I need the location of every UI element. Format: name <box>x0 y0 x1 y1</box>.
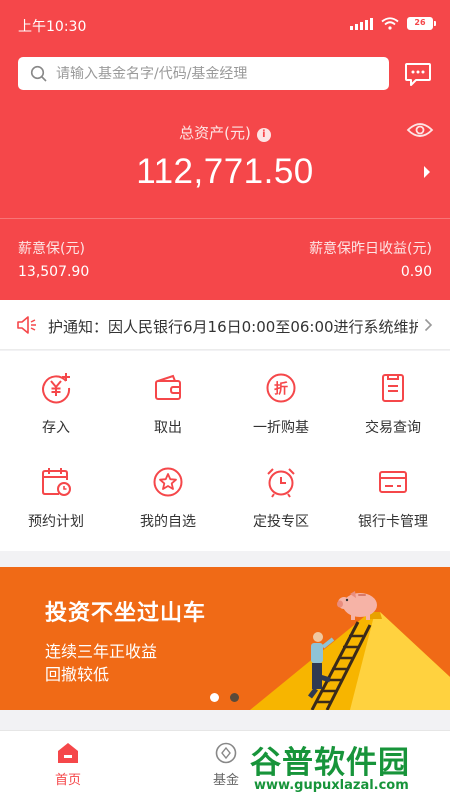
asset-detail-arrow-icon[interactable] <box>424 166 430 178</box>
action-label: 一折购基 <box>253 420 309 436</box>
salary-protect-label: 薪意保(元) <box>18 241 85 257</box>
yesterday-earnings-block[interactable]: 薪意保昨日收益(元) 0.90 <box>309 238 432 280</box>
discount-icon: 折 <box>266 373 296 403</box>
action-fixed-investment[interactable]: 定投专区 <box>225 465 337 531</box>
wallet-icon <box>155 374 181 400</box>
action-trade-query[interactable]: 交易查询 <box>337 371 449 437</box>
action-label: 取出 <box>154 420 182 436</box>
action-withdraw[interactable]: 取出 <box>112 371 224 437</box>
quick-actions-grid: 存入 取出 折 一折购基 交易查询 预约计划 我的自选 定投专区 银行卡管理 <box>0 351 450 551</box>
banner-title: 投资不坐过山车 <box>45 601 207 626</box>
bank-card-icon <box>379 471 407 493</box>
message-icon[interactable] <box>404 60 432 88</box>
status-time: 上午10:30 <box>18 19 87 35</box>
salary-protect-block[interactable]: 薪意保(元) 13,507.90 <box>18 238 89 280</box>
document-icon <box>382 374 404 402</box>
watermark-url: www.gupuxlazal.com <box>254 778 409 793</box>
battery-icon: 26 <box>407 17 436 30</box>
status-bar: 上午10:30 26 <box>0 0 450 50</box>
divider <box>0 218 450 219</box>
star-icon <box>153 467 183 497</box>
svg-text:折: 折 <box>274 381 288 398</box>
notice-text: 护通知：因人民银行6月16日0:00至06:00进行系统维护 <box>48 318 418 336</box>
banner-line-2: 回撤较低 <box>45 665 110 684</box>
home-icon <box>58 743 78 763</box>
battery-level: 26 <box>407 17 433 30</box>
yen-plus-icon <box>42 373 71 404</box>
banner-dot[interactable] <box>230 693 239 702</box>
action-label: 存入 <box>42 420 70 436</box>
calendar-clock-icon <box>42 468 71 496</box>
total-assets-label: 总资产(元) <box>179 124 251 142</box>
fund-icon <box>215 742 237 764</box>
action-discount-fund[interactable]: 折 一折购基 <box>225 371 337 437</box>
notice-bar[interactable]: 护通知：因人民银行6月16日0:00至06:00进行系统维护 <box>0 300 450 350</box>
banner-illustration <box>250 591 450 710</box>
banner-dot-active[interactable] <box>210 693 219 702</box>
eye-icon[interactable] <box>406 120 434 140</box>
action-label: 交易查询 <box>365 420 421 436</box>
salary-protect-value: 13,507.90 <box>18 264 90 280</box>
action-deposit[interactable]: 存入 <box>0 371 112 437</box>
banner-line-1: 连续三年正收益 <box>45 642 158 661</box>
info-icon[interactable]: i <box>256 128 271 142</box>
watermark-brand: 谷普软件园 <box>250 745 410 781</box>
search-icon <box>30 65 47 82</box>
action-label: 银行卡管理 <box>358 514 428 530</box>
tab-home[interactable]: 首页 <box>28 731 108 788</box>
yesterday-earnings-value: 0.90 <box>400 264 432 280</box>
alarm-clock-icon <box>267 468 295 498</box>
tab-label: 首页 <box>54 773 81 788</box>
action-label: 我的自选 <box>140 514 196 530</box>
total-assets-label-row: 总资产(元) i <box>0 122 450 143</box>
search-bar[interactable] <box>18 57 389 90</box>
total-assets-value: 112,771.50 <box>136 152 314 191</box>
action-my-favorites[interactable]: 我的自选 <box>112 465 224 531</box>
wifi-icon <box>381 17 399 30</box>
action-bank-card-manage[interactable]: 银行卡管理 <box>337 465 449 531</box>
status-icons: 26 <box>350 17 436 30</box>
watermark: 谷普软件园 www.gupuxlazal.com <box>250 737 450 800</box>
action-label: 预约计划 <box>28 514 84 530</box>
speaker-icon <box>17 316 36 334</box>
chevron-right-icon <box>424 318 433 332</box>
signal-icon <box>350 17 373 30</box>
yesterday-earnings-label: 薪意保昨日收益(元) <box>309 241 432 257</box>
search-input[interactable] <box>56 65 356 82</box>
action-scheduled-plan[interactable]: 预约计划 <box>0 465 112 531</box>
promo-banner[interactable]: 投资不坐过山车 连续三年正收益 回撤较低 <box>0 567 450 710</box>
action-label: 定投专区 <box>253 514 309 530</box>
